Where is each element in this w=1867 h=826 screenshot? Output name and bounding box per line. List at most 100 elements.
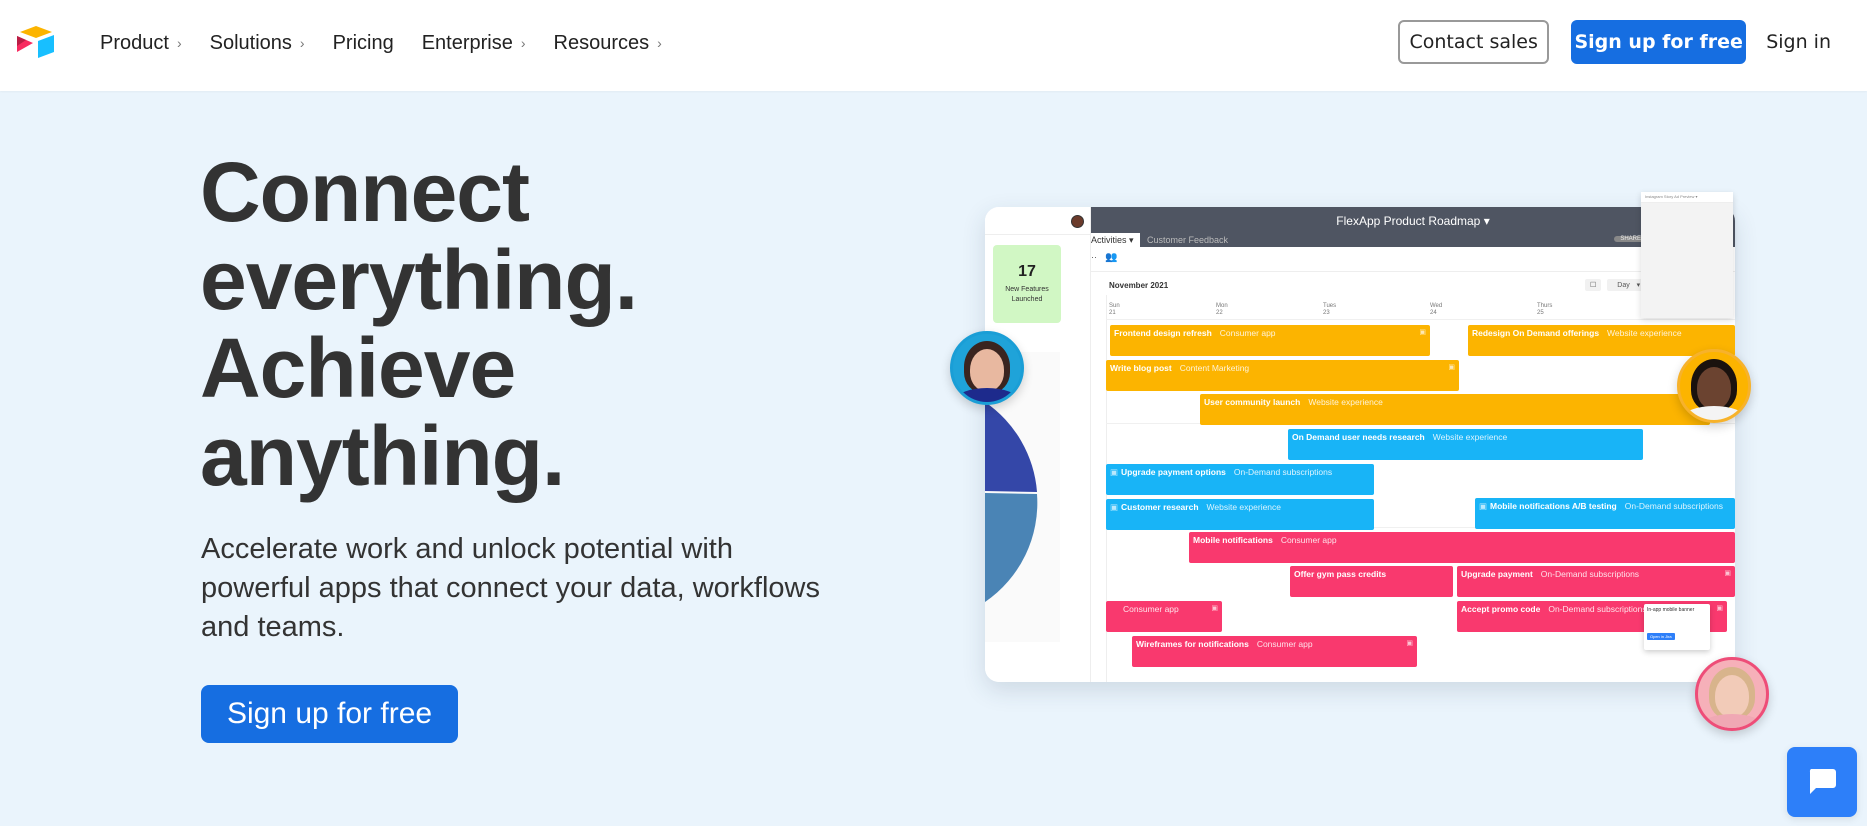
- day-header: Sun 21: [1109, 303, 1120, 317]
- task-bar[interactable]: Offer gym pass credits: [1290, 566, 1453, 597]
- stat-card: 17 New Features Launched: [993, 245, 1061, 323]
- chevron-right-icon: ›: [176, 35, 182, 51]
- grid-line: [1106, 319, 1735, 320]
- contact-sales-button[interactable]: Contact sales: [1398, 20, 1550, 64]
- task-bar[interactable]: ▣ Upgrade payment options On-Demand subscr…: [1106, 464, 1374, 495]
- day-name: Tues: [1323, 303, 1337, 309]
- task-tag: On-Demand subscriptions: [1233, 467, 1333, 477]
- task-title: Accept promo code: [1461, 604, 1541, 614]
- task-title: Frontend design refresh: [1114, 328, 1212, 338]
- view-toolbar: ·· 👥: [1091, 247, 1735, 272]
- mockup-sidebar: 17 New Features Launched: [985, 207, 1091, 682]
- nav-label: Solutions: [209, 31, 292, 54]
- task-tag: Website experience: [1607, 328, 1682, 338]
- task-title: Upgrade payment: [1461, 569, 1533, 579]
- task-title: Mobile notifications: [1193, 535, 1273, 545]
- hero-title-line: anything.: [200, 409, 565, 503]
- day-date: 24: [1430, 310, 1437, 316]
- day-header: Mon 22: [1216, 303, 1228, 317]
- expand-icon[interactable]: ▣: [1448, 363, 1455, 371]
- task-bar[interactable]: Wireframes for notifications Consumer app…: [1132, 636, 1417, 667]
- expand-icon[interactable]: ▣: [1419, 328, 1426, 336]
- task-bar[interactable]: Consumer app ▣: [1106, 601, 1222, 632]
- chat-bubble-icon: [1809, 769, 1836, 794]
- task-bar[interactable]: On Demand user needs research Website exp…: [1288, 429, 1643, 460]
- base-title: FlexApp Product Roadmap ▾: [1336, 214, 1490, 228]
- expand-icon[interactable]: ▣: [1479, 501, 1487, 511]
- expand-icon[interactable]: ▣: [1716, 604, 1723, 612]
- view-select[interactable]: Day ▾: [1607, 279, 1646, 291]
- task-tag: Website experience: [1432, 432, 1508, 442]
- task-bar[interactable]: Redesign On Demand offerings Website expe…: [1468, 325, 1735, 356]
- signin-link[interactable]: Sign in: [1766, 31, 1831, 53]
- more-icon[interactable]: ··: [1091, 252, 1097, 262]
- tab-customer-feedback[interactable]: Customer Feedback: [1147, 233, 1228, 247]
- expand-icon[interactable]: ▣: [1724, 569, 1731, 577]
- tab-activities[interactable]: Activities ▾: [1091, 233, 1140, 247]
- task-tag: Consumer app: [1256, 639, 1313, 649]
- avatar: [1677, 349, 1751, 423]
- task-bar[interactable]: User community launch Website experience: [1200, 394, 1710, 425]
- nav-label: Enterprise: [421, 31, 513, 54]
- nav-item-pricing[interactable]: Pricing: [333, 28, 394, 58]
- nav-item-product[interactable]: Product ›: [100, 28, 182, 58]
- signup-hero-button[interactable]: Sign up for free: [201, 685, 458, 743]
- expand-icon[interactable]: ▣: [1110, 502, 1118, 512]
- expand-icon[interactable]: ▣: [1406, 639, 1413, 647]
- nav-actions: Contact sales Sign up for free Sign in: [1398, 20, 1867, 64]
- nav-item-enterprise[interactable]: Enterprise ›: [422, 28, 526, 58]
- nav-item-solutions[interactable]: Solutions ›: [210, 28, 305, 58]
- hero-title-line: everything.: [200, 233, 638, 327]
- day-name: Thurs: [1537, 303, 1553, 309]
- task-title: Mobile notifications A/B testing: [1490, 501, 1617, 511]
- expand-icon[interactable]: ▣: [1211, 604, 1218, 612]
- task-title: Wireframes for notifications: [1136, 639, 1249, 649]
- task-title: Upgrade payment options: [1121, 467, 1226, 477]
- task-tag: On-Demand subscriptions: [1540, 569, 1640, 579]
- avatar: [950, 331, 1024, 405]
- expand-icon[interactable]: ▣: [1110, 467, 1118, 477]
- task-bar[interactable]: Frontend design refresh Consumer app ▣: [1110, 325, 1430, 356]
- main-menu: Product › Solutions › Pricing Enterprise › …: [100, 28, 690, 58]
- avatar-face: [970, 348, 1004, 391]
- avatar: [1695, 657, 1769, 731]
- popup-title: In-app mobile banner: [1647, 607, 1695, 613]
- nav-label: Product: [100, 31, 169, 54]
- avatar-face: [1697, 366, 1731, 409]
- base-header: FlexApp Product Roadmap ▾ Activities ▾ C…: [1091, 207, 1735, 247]
- calendar-month: November 2021: [1109, 281, 1169, 290]
- top-nav: Product › Solutions › Pricing Enterprise › …: [0, 0, 1867, 91]
- task-title: Redesign On Demand offerings: [1472, 328, 1600, 338]
- airtable-logo[interactable]: [14, 24, 58, 60]
- panel-title: Instagram Story Ad Preview ▾: [1641, 192, 1733, 203]
- view-label: Day: [1612, 280, 1635, 291]
- task-title: Customer research: [1121, 502, 1199, 512]
- signup-nav-button[interactable]: Sign up for free: [1571, 20, 1747, 64]
- expand-icon[interactable]: ☐: [1585, 279, 1602, 291]
- pie-slice: [985, 493, 1038, 602]
- task-tag: Consumer app: [1123, 604, 1179, 614]
- task-bar[interactable]: ▣ Customer research Website experience: [1106, 499, 1374, 530]
- day-header: Wed 24: [1430, 303, 1442, 317]
- people-icon[interactable]: 👥: [1105, 252, 1117, 263]
- jira-popup: In-app mobile banner Open in Jira: [1644, 604, 1710, 650]
- nav-item-resources[interactable]: Resources ›: [554, 28, 662, 58]
- task-tag: On-Demand subscriptions: [1548, 604, 1647, 614]
- task-bar[interactable]: Mobile notifications Consumer app: [1189, 532, 1735, 563]
- task-bar[interactable]: Write blog post Content Marketing ▣: [1106, 360, 1459, 391]
- task-tag: On-Demand subscriptions: [1624, 501, 1724, 511]
- task-bar[interactable]: Upgrade payment On-Demand subscriptions ▣: [1457, 566, 1735, 597]
- hero-title: Connect everything. Achieve anything.: [200, 145, 638, 503]
- task-tag: Consumer app: [1219, 328, 1276, 338]
- open-in-jira-button[interactable]: Open in Jira: [1647, 633, 1675, 640]
- pie-slice: [985, 402, 1037, 492]
- chevron-right-icon: ›: [520, 35, 526, 51]
- task-tag: Content Marketing: [1179, 363, 1250, 373]
- hero-title-line: Connect: [200, 145, 530, 239]
- ad-preview-panel: Instagram Story Ad Preview ▾: [1641, 192, 1733, 318]
- task-bar[interactable]: ▣ Mobile notifications A/B testing On-Dema…: [1475, 498, 1735, 529]
- hero-title-line: Achieve: [200, 321, 516, 415]
- day-date: 23: [1323, 310, 1330, 316]
- task-title: On Demand user needs research: [1292, 432, 1425, 442]
- chat-widget-button[interactable]: [1787, 747, 1857, 817]
